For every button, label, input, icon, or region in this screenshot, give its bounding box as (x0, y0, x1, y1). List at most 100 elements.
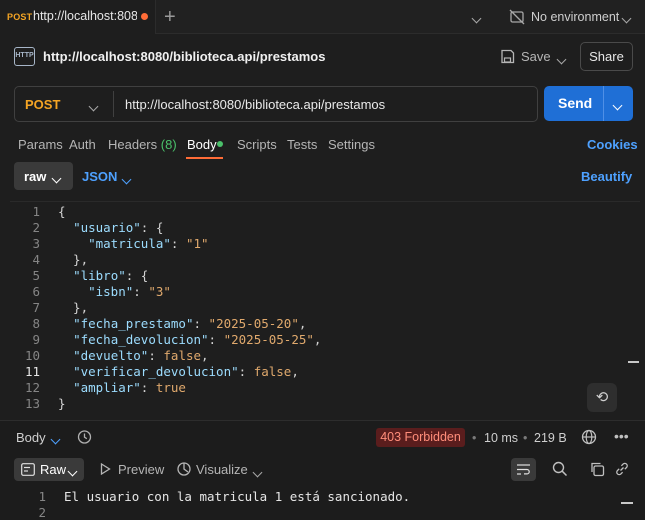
response-view-mode-select[interactable]: Raw (14, 458, 84, 481)
code-token: , (298, 316, 307, 331)
preview-play-icon[interactable] (100, 462, 111, 478)
body-mode-select[interactable]: raw (14, 162, 73, 190)
code-token: false (253, 364, 292, 379)
tabs-overflow-chevron-icon[interactable] (471, 10, 482, 25)
code-token: false (163, 348, 202, 363)
tab-settings[interactable]: Settings (328, 137, 375, 152)
editor-pin-icon[interactable]: ⟲ (587, 383, 617, 412)
line-number: 7 (32, 300, 40, 315)
response-time: 10 ms (484, 431, 519, 445)
save-icon[interactable] (500, 49, 515, 67)
send-button[interactable]: Send (544, 86, 633, 121)
link-icon[interactable] (614, 461, 630, 480)
code-token: }, (58, 300, 89, 315)
wrap-lines-button[interactable] (511, 458, 536, 481)
code-line: "fecha_devolucion": "2025-05-25", (58, 332, 321, 347)
response-line-number: 2 (38, 505, 46, 520)
search-icon[interactable] (552, 461, 568, 480)
code-token: : (193, 316, 209, 331)
code-token: { (58, 204, 66, 219)
beautify-link[interactable]: Beautify (581, 169, 632, 184)
no-environment-icon (509, 9, 525, 28)
method-chevron-icon[interactable] (88, 98, 99, 113)
line-number: 5 (32, 268, 40, 283)
visualize-icon[interactable] (176, 461, 192, 480)
cookies-link[interactable]: Cookies (587, 137, 638, 152)
code-token: "ampliar" (73, 380, 141, 395)
active-tab-underline (186, 157, 223, 159)
wrap-lines-icon (516, 463, 531, 479)
tab-params[interactable]: Params (18, 137, 63, 152)
code-token: "isbn" (88, 284, 134, 299)
body-mode-chevron-icon (51, 170, 62, 185)
code-token: }, (58, 252, 89, 267)
new-tab-plus-icon[interactable]: + (164, 6, 176, 29)
send-options-chevron-icon[interactable] (612, 97, 623, 112)
response-body-viewer[interactable]: 1 El usuario con la matricula 1 está sanc… (0, 486, 645, 520)
code-token: "fecha_devolucion" (73, 332, 209, 347)
code-token: "verificar_devolucion" (73, 364, 239, 379)
code-token: : (170, 236, 186, 251)
tab-auth[interactable]: Auth (69, 137, 96, 152)
tab-tests[interactable]: Tests (287, 137, 317, 152)
line-number: 11 (24, 364, 40, 379)
visualize-button[interactable]: Visualize (196, 462, 248, 477)
code-token: "fecha_prestamo" (73, 316, 194, 331)
code-token: true (155, 380, 186, 395)
method-divider (113, 91, 114, 117)
tab-bar: POST http://localhost:8080/t + No enviro… (0, 0, 645, 34)
request-name[interactable]: http://localhost:8080/biblioteca.api/pre… (43, 49, 325, 64)
response-scrollbar[interactable] (621, 502, 633, 504)
more-options-icon[interactable]: ••• (614, 428, 629, 444)
code-token: , (291, 364, 299, 379)
tab-scripts[interactable]: Scripts (237, 137, 277, 152)
copy-icon[interactable] (589, 461, 605, 480)
tab-headers[interactable]: Headers (8) (108, 137, 177, 152)
code-token: "matricula" (88, 236, 171, 251)
code-line: "verificar_devolucion": false, (58, 364, 299, 379)
code-token: "2025-05-20" (208, 316, 299, 331)
line-number: 12 (24, 380, 40, 395)
code-line: "usuario": { (58, 220, 163, 235)
code-token: "usuario" (73, 220, 141, 235)
history-icon[interactable] (76, 429, 92, 448)
code-line: }, (58, 252, 88, 267)
code-token: : (140, 380, 156, 395)
code-token: , (201, 348, 209, 363)
save-options-chevron-icon[interactable] (556, 51, 567, 66)
code-token: "devuelto" (73, 348, 149, 363)
editor-scrollbar[interactable] (628, 361, 639, 363)
line-number: 6 (32, 284, 40, 299)
tab-headers-label: Headers (108, 137, 158, 152)
code-line: { (58, 204, 66, 219)
visualize-chevron-icon[interactable] (252, 464, 263, 479)
save-button[interactable]: Save (521, 49, 551, 64)
line-number: 13 (24, 396, 40, 411)
url-input[interactable]: http://localhost:8080/biblioteca.api/pre… (125, 97, 385, 112)
body-format-chevron-icon[interactable] (121, 171, 132, 186)
http-request-icon: HTTP (14, 47, 35, 66)
code-token: "2025-05-25" (223, 332, 314, 347)
response-body-chevron-icon[interactable] (50, 431, 61, 446)
body-format-select[interactable]: JSON (82, 169, 117, 184)
environment-selector[interactable]: No environment (531, 10, 619, 24)
share-button[interactable]: Share (580, 42, 633, 71)
line-number: 3 (32, 236, 40, 251)
request-body-editor[interactable]: 1{2 "usuario": {3 "matricula": "1" 4 }, 5 … (10, 201, 640, 414)
method-select[interactable]: POST (25, 97, 60, 112)
tab-body[interactable]: Body (187, 137, 217, 152)
code-line: "matricula": "1" (58, 236, 208, 251)
status-badge: 403 Forbidden (376, 428, 465, 447)
globe-icon[interactable] (581, 429, 597, 448)
code-token: : (238, 364, 254, 379)
request-tab[interactable]: POST http://localhost:8080/t (0, 0, 156, 34)
tab-method: POST (7, 12, 33, 22)
environment-chevron-icon[interactable] (621, 10, 632, 25)
response-body-label[interactable]: Body (16, 430, 46, 445)
code-line: }, (58, 300, 88, 315)
preview-button[interactable]: Preview (118, 462, 164, 477)
